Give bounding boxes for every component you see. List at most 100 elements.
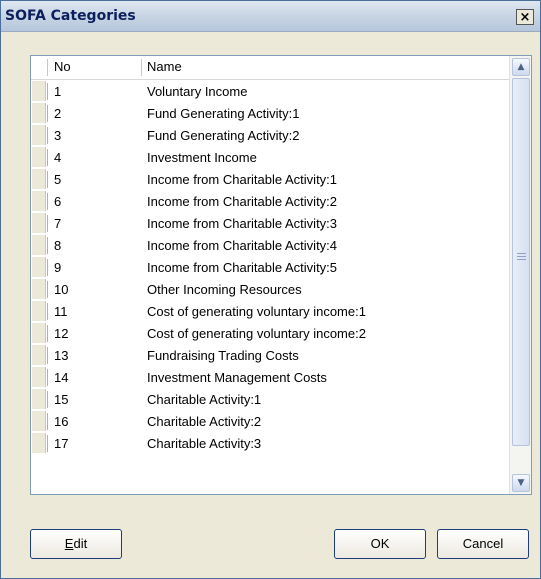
column-header-name[interactable]: Name <box>147 59 182 74</box>
table-row[interactable]: 15 Charitable Activity:1 <box>31 388 509 410</box>
table-row[interactable]: 1 Voluntary Income <box>31 80 509 102</box>
cell-no: 9 <box>54 260 62 275</box>
cell-no: 11 <box>54 304 68 319</box>
cancel-button[interactable]: Cancel <box>437 529 529 559</box>
cell-name: Fund Generating Activity:1 <box>147 106 300 121</box>
row-selector[interactable] <box>32 367 46 387</box>
table-row[interactable]: 3 Fund Generating Activity:2 <box>31 124 509 146</box>
close-button[interactable]: × <box>516 9 534 25</box>
cell-name: Cost of generating voluntary income:1 <box>147 304 366 319</box>
cell-separator <box>47 215 48 232</box>
row-selector[interactable] <box>32 279 46 299</box>
cell-name: Charitable Activity:2 <box>147 414 262 429</box>
cell-separator <box>47 83 48 100</box>
column-header-no[interactable]: No <box>54 59 71 74</box>
table-row[interactable]: 5 Income from Charitable Activity:1 <box>31 168 509 190</box>
cell-no: 7 <box>54 216 62 231</box>
row-selector[interactable] <box>32 411 46 431</box>
categories-grid: No Name 1 Voluntary Income 2 Fund Generatin… <box>30 55 532 495</box>
cell-name: Voluntary Income <box>147 84 248 99</box>
row-selector[interactable] <box>32 433 46 453</box>
scroll-grip-icon <box>517 253 526 254</box>
edit-button[interactable]: Edit <box>30 529 122 559</box>
cell-name: Other Incoming Resources <box>147 282 302 297</box>
row-selector[interactable] <box>32 147 46 167</box>
row-selector[interactable] <box>32 257 46 277</box>
cell-separator <box>47 303 48 320</box>
scroll-thumb[interactable] <box>512 78 530 446</box>
dialog-title: SOFA Categories <box>5 8 136 24</box>
cell-separator <box>47 325 48 342</box>
cell-name: Income from Charitable Activity:3 <box>147 216 338 231</box>
table-row[interactable]: 8 Income from Charitable Activity:4 <box>31 234 509 256</box>
row-selector[interactable] <box>32 169 46 189</box>
cell-no: 3 <box>54 128 62 143</box>
vertical-scrollbar[interactable]: ▲ ▼ <box>509 56 531 494</box>
cell-no: 10 <box>54 282 69 297</box>
cell-no: 14 <box>54 370 69 385</box>
cell-no: 8 <box>54 238 62 253</box>
cell-no: 16 <box>54 414 69 429</box>
cell-separator <box>47 347 48 364</box>
table-row[interactable]: 6 Income from Charitable Activity:2 <box>31 190 509 212</box>
cell-separator <box>47 105 48 122</box>
grid-header: No Name <box>31 56 509 80</box>
table-row[interactable]: 4 Investment Income <box>31 146 509 168</box>
cell-name: Charitable Activity:3 <box>147 436 262 451</box>
sofa-categories-dialog: SOFA Categories × No Name 1 Voluntary Inc… <box>0 0 541 579</box>
cell-name: Income from Charitable Activity:1 <box>147 172 338 187</box>
cell-name: Investment Management Costs <box>147 370 327 385</box>
chevron-down-icon: ▼ <box>517 478 525 488</box>
cell-separator <box>47 171 48 188</box>
table-row[interactable]: 7 Income from Charitable Activity:3 <box>31 212 509 234</box>
cell-name: Cost of generating voluntary income:2 <box>147 326 366 341</box>
title-bar[interactable]: SOFA Categories × <box>1 1 540 32</box>
table-row[interactable]: 10 Other Incoming Resources <box>31 278 509 300</box>
table-row[interactable]: 13 Fundraising Trading Costs <box>31 344 509 366</box>
table-row[interactable]: 9 Income from Charitable Activity:5 <box>31 256 509 278</box>
ok-button[interactable]: OK <box>334 529 426 559</box>
row-selector[interactable] <box>32 125 46 145</box>
table-row[interactable]: 16 Charitable Activity:2 <box>31 410 509 432</box>
row-selector[interactable] <box>32 103 46 123</box>
row-selector[interactable] <box>32 389 46 409</box>
cell-name: Fund Generating Activity:2 <box>147 128 300 143</box>
cell-no: 12 <box>54 326 69 341</box>
cell-separator <box>47 413 48 430</box>
cell-no: 4 <box>54 150 62 165</box>
row-selector[interactable] <box>32 235 46 255</box>
header-separator <box>141 59 142 76</box>
table-row[interactable]: 12 Cost of generating voluntary income:2 <box>31 322 509 344</box>
row-selector[interactable] <box>32 213 46 233</box>
row-selector[interactable] <box>32 345 46 365</box>
table-row[interactable]: 17 Charitable Activity:3 <box>31 432 509 454</box>
cell-name: Charitable Activity:1 <box>147 392 262 407</box>
cell-separator <box>47 369 48 386</box>
cell-no: 17 <box>54 436 69 451</box>
scroll-down-button[interactable]: ▼ <box>512 474 530 492</box>
cell-separator <box>47 281 48 298</box>
cell-no: 13 <box>54 348 69 363</box>
table-row[interactable]: 2 Fund Generating Activity:1 <box>31 102 509 124</box>
cell-name: Fundraising Trading Costs <box>147 348 299 363</box>
cell-separator <box>47 435 48 452</box>
cell-separator <box>47 259 48 276</box>
header-separator <box>47 59 48 76</box>
row-selector[interactable] <box>32 191 46 211</box>
chevron-up-icon: ▲ <box>517 62 525 72</box>
cell-name: Investment Income <box>147 150 257 165</box>
row-selector[interactable] <box>32 323 46 343</box>
scroll-up-button[interactable]: ▲ <box>512 58 530 76</box>
table-row[interactable]: 11 Cost of generating voluntary income:1 <box>31 300 509 322</box>
table-row[interactable]: 14 Investment Management Costs <box>31 366 509 388</box>
cell-separator <box>47 149 48 166</box>
row-selector[interactable] <box>32 301 46 321</box>
row-selector[interactable] <box>32 81 46 101</box>
cell-separator <box>47 391 48 408</box>
cell-no: 2 <box>54 106 62 121</box>
cell-no: 15 <box>54 392 69 407</box>
grid-rows: 1 Voluntary Income 2 Fund Generating Activi… <box>31 80 509 454</box>
cell-separator <box>47 193 48 210</box>
edit-label: dit <box>73 536 88 551</box>
cell-no: 5 <box>54 172 62 187</box>
